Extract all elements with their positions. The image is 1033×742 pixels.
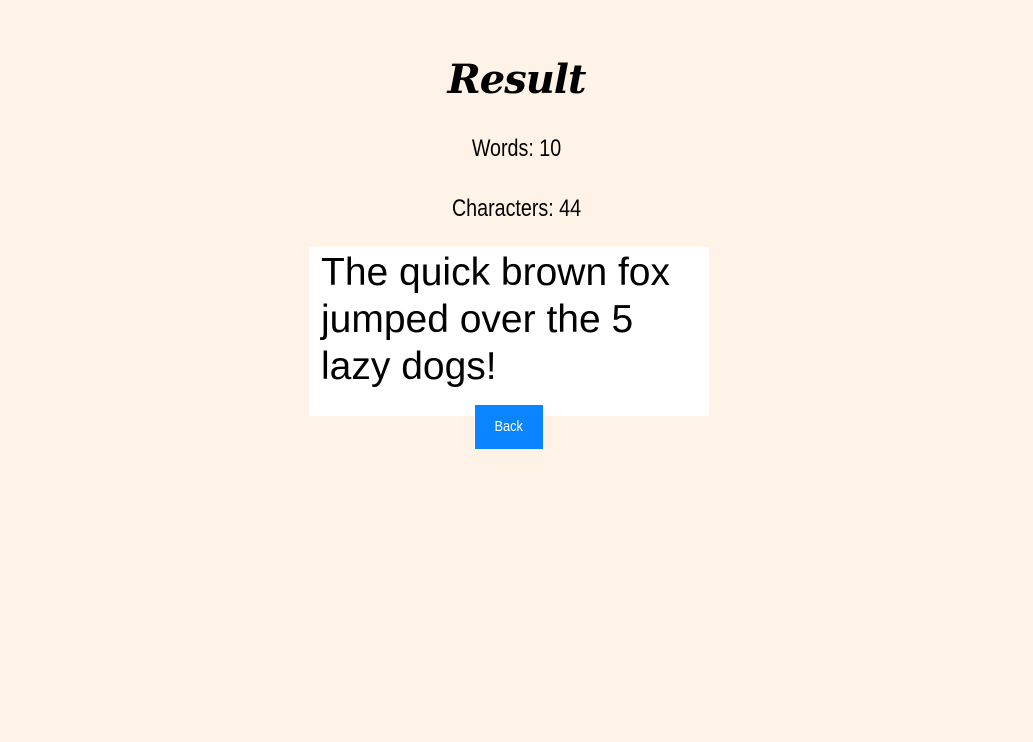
page-title: Result (447, 56, 587, 103)
back-button-label: Back (494, 418, 524, 435)
character-count: Characters: 44 (451, 195, 582, 222)
back-button[interactable]: Back (475, 405, 543, 449)
image-text-content: The quick brown fox jumped over the 5 la… (321, 251, 671, 388)
word-count: Words: 10 (471, 135, 562, 162)
result-page: Result Words: 10 Characters: 44 The quic… (0, 0, 1033, 742)
uploaded-text-image: The quick brown fox jumped over the 5 la… (309, 247, 709, 416)
